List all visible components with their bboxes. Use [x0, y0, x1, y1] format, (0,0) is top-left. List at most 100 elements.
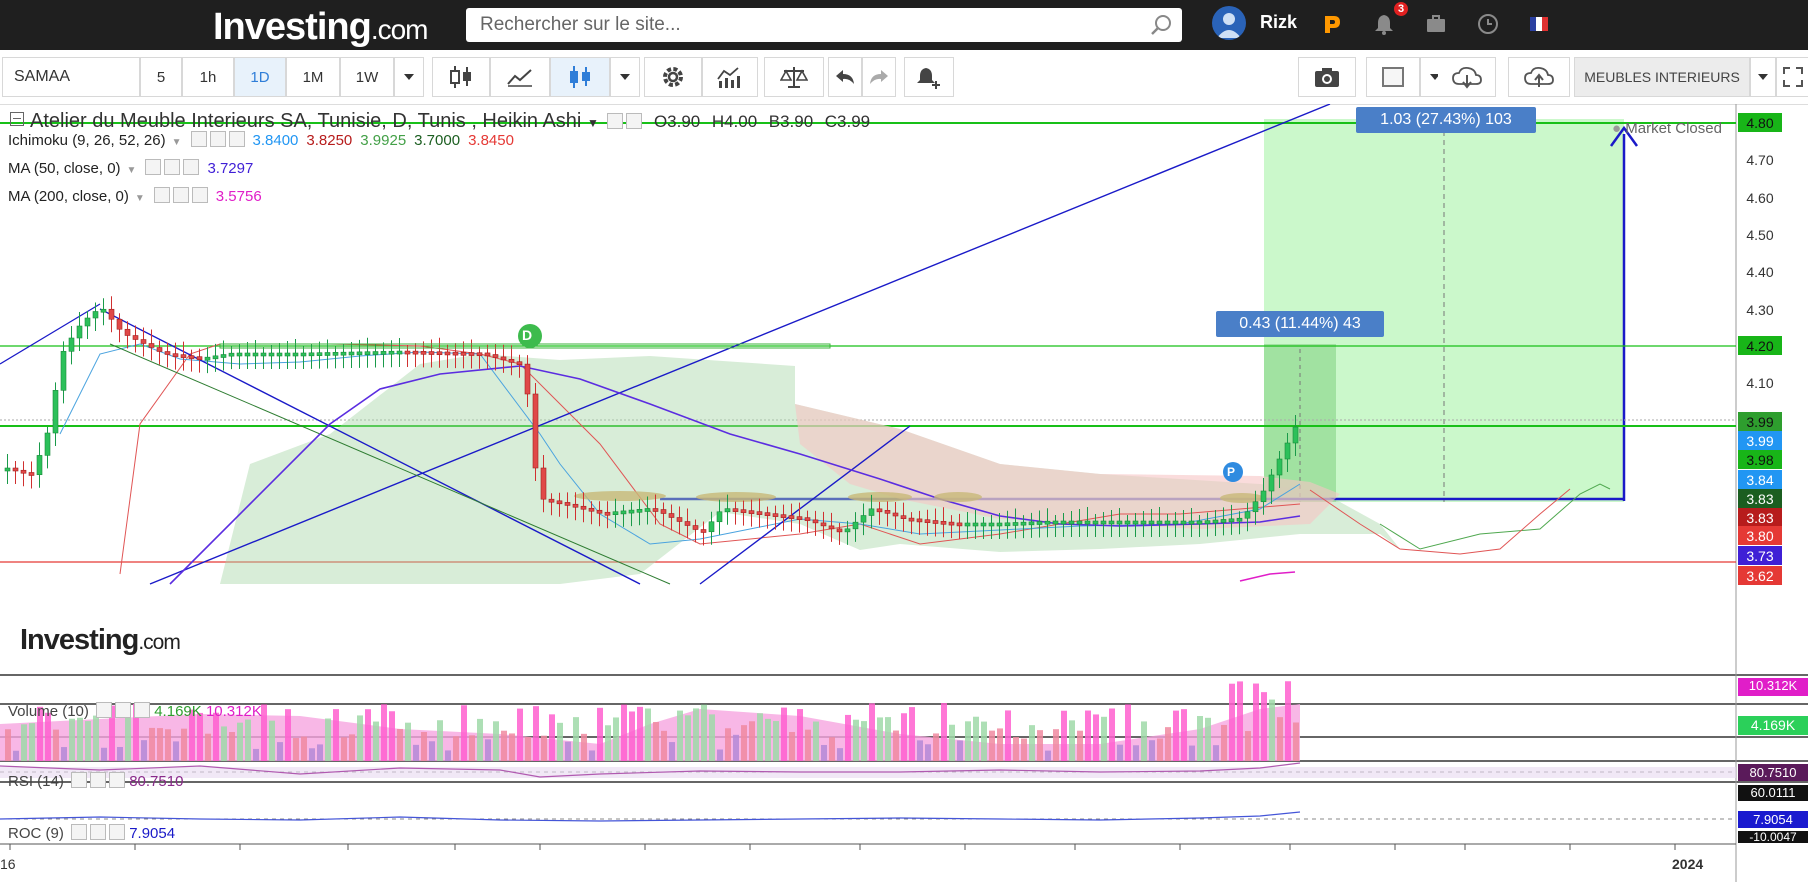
eye-icon[interactable] [153, 187, 170, 203]
indicator-value: 3.8400 [252, 132, 299, 149]
heikin-ashi-button[interactable] [550, 57, 610, 97]
user-name[interactable]: Rizk [1260, 12, 1297, 33]
indicator-label[interactable]: MA (200, close, 0) [8, 188, 129, 205]
eye-icon[interactable] [145, 159, 162, 175]
candle-body [556, 500, 563, 505]
collapse-icon[interactable] [10, 112, 24, 126]
volume-bar [933, 733, 939, 761]
close-icon[interactable] [109, 772, 126, 788]
search-box[interactable] [466, 8, 1182, 42]
settings-mini-icon[interactable] [164, 159, 181, 175]
chevron-down-icon[interactable]: ▼ [172, 137, 182, 148]
volume-bar [469, 735, 475, 761]
roc-axis-tag-a: 7.9054 [1738, 811, 1808, 828]
search-icon[interactable] [1150, 14, 1172, 36]
settings-mini-icon[interactable] [90, 772, 107, 788]
group-dropdown-button[interactable] [1750, 57, 1776, 97]
trendline-left[interactable] [0, 303, 101, 365]
compare-button[interactable] [764, 57, 824, 97]
candle-body [916, 518, 923, 523]
volume-bar [717, 749, 723, 761]
candle-body [580, 505, 587, 510]
alert-button[interactable] [904, 57, 954, 97]
candles-button[interactable] [432, 57, 490, 97]
french-flag-icon[interactable] [1530, 17, 1548, 31]
briefcase-icon[interactable] [1424, 12, 1448, 36]
candle-body [180, 354, 187, 358]
settings-button[interactable] [644, 57, 702, 97]
settings-mini-icon[interactable] [172, 187, 189, 203]
candle-body [1244, 511, 1251, 519]
close-icon[interactable] [109, 824, 126, 840]
volume-bar [861, 721, 867, 761]
candle-body [196, 356, 203, 360]
chevron-down-icon[interactable]: ▼ [127, 165, 137, 176]
candle-body [300, 352, 307, 357]
indicator-label[interactable]: Ichimoku (9, 26, 52, 26) [8, 132, 166, 149]
volume-bar [1253, 683, 1259, 761]
pro-icon[interactable] [1320, 12, 1344, 36]
eye-icon[interactable] [71, 824, 88, 840]
candle-body [1252, 501, 1259, 513]
bell-icon[interactable] [1372, 12, 1396, 36]
interval-1w[interactable]: 1W [340, 57, 394, 97]
close-icon[interactable] [183, 159, 200, 175]
line-chart-icon [507, 69, 532, 87]
chevron-down-icon[interactable]: ▼ [135, 193, 145, 204]
highlight-ellipse [934, 492, 982, 502]
undo-button[interactable] [828, 57, 862, 97]
close-icon[interactable] [228, 131, 245, 147]
close-icon[interactable] [134, 702, 151, 718]
volume-bar [741, 725, 747, 761]
interval-1h[interactable]: 1h [182, 57, 234, 97]
candle-body [44, 432, 51, 456]
eye-icon[interactable] [71, 772, 88, 788]
volume-bar [573, 717, 579, 761]
candle-body [596, 509, 603, 514]
volume-bar [1101, 716, 1107, 761]
industry-group-button[interactable]: MEUBLES INTERIEURS [1574, 57, 1750, 97]
candle-body [820, 522, 827, 527]
candle-body [468, 352, 475, 356]
candle-body [1124, 520, 1131, 525]
indicator-label[interactable]: MA (50, close, 0) [8, 160, 121, 177]
settings-mini-icon[interactable] [90, 824, 107, 840]
settings-mini-icon[interactable] [626, 113, 643, 129]
candle-body [1004, 522, 1011, 527]
settings-mini-icon[interactable] [209, 131, 226, 147]
volume-bar [1213, 745, 1219, 761]
redo-button[interactable] [862, 57, 896, 97]
close-icon[interactable] [191, 187, 208, 203]
price-tag-label: 4.50 [1746, 227, 1773, 243]
chart-area[interactable]: 4.80 4.70 4.60 4.50 4.40 4.30 4.20 4.10 3.99 3.99… [0, 104, 1808, 882]
volume-bar [837, 748, 843, 761]
title-dropdown-icon[interactable]: ▼ [587, 116, 599, 130]
candle-body [244, 352, 251, 357]
roc-value: 7.9054 [129, 825, 176, 842]
volume-bar [549, 714, 555, 761]
fullscreen-button[interactable] [1776, 57, 1808, 97]
avatar[interactable] [1212, 6, 1246, 40]
screenshot-button[interactable] [1298, 57, 1356, 97]
indicators-button[interactable] [702, 57, 758, 97]
interval-dropdown-button[interactable] [394, 57, 424, 97]
cloud-load-button[interactable] [1438, 57, 1496, 97]
chart-type-dropdown-button[interactable] [610, 57, 640, 97]
eye-icon[interactable] [607, 113, 624, 129]
interval-5[interactable]: 5 [140, 57, 182, 97]
search-input[interactable] [466, 8, 1122, 42]
settings-mini-icon[interactable] [115, 702, 132, 718]
candle-body [860, 515, 867, 523]
chart-canvas[interactable]: 4.80 4.70 4.60 4.50 4.40 4.30 4.20 4.10 3.99 3.99… [0, 104, 1808, 882]
line-chart-button[interactable] [490, 57, 550, 97]
symbol-input[interactable]: SAMAA [2, 57, 140, 97]
investing-logo[interactable]: Investing.com [213, 6, 428, 49]
cloud-save-button[interactable] [1508, 57, 1570, 97]
interval-1m[interactable]: 1M [286, 57, 340, 97]
clock-icon[interactable] [1476, 12, 1500, 36]
candle-body [1292, 426, 1299, 444]
interval-1d[interactable]: 1D [234, 57, 286, 97]
eye-icon[interactable] [190, 131, 207, 147]
eye-icon[interactable] [96, 702, 113, 718]
layout-button[interactable] [1366, 57, 1420, 97]
